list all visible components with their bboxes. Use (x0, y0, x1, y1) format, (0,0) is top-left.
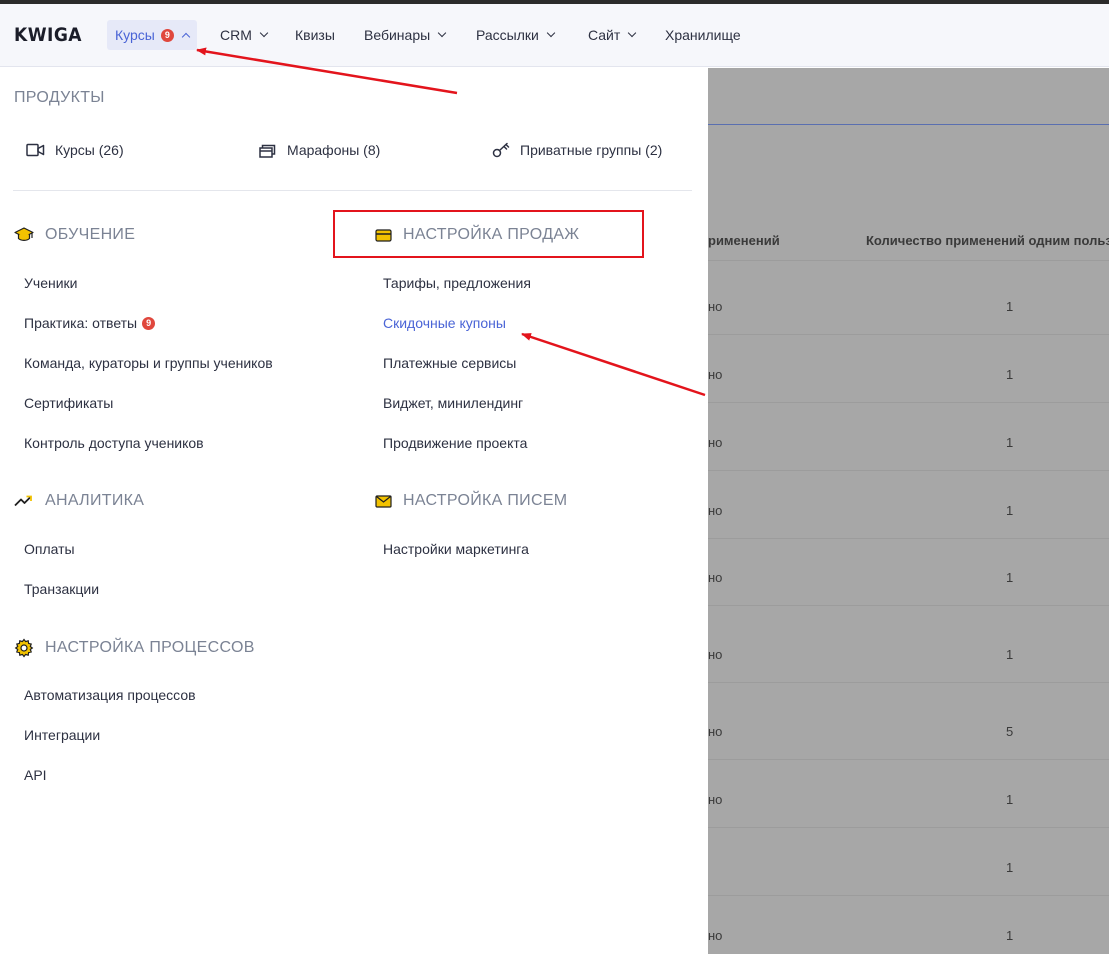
table-cell-applications: но (708, 724, 723, 739)
table-cell-per-user: 1 (1006, 860, 1014, 875)
nav-crm[interactable]: CRM (220, 20, 269, 50)
process-settings-section-title: НАСТРОЙКА ПРОЦЕССОВ (14, 638, 255, 658)
chevron-down-icon (437, 28, 447, 38)
analytics-title-label: АНАЛИТИКА (45, 492, 145, 509)
nav-site-label: Сайт (588, 27, 621, 43)
menu-link-practice-answers[interactable]: Практика: ответы 9 (24, 315, 156, 331)
menu-link-integrations[interactable]: Интеграции (24, 727, 100, 743)
menu-link-widget-minilanding[interactable]: Виджет, минилендинг (383, 395, 523, 411)
key-icon (492, 142, 510, 158)
nav-quizzes-label: Квизы (295, 27, 335, 43)
table-row-divider (708, 827, 1109, 828)
nav-courses-label: Курсы (115, 27, 155, 43)
menu-link-payment-services[interactable]: Платежные сервисы (383, 355, 516, 371)
table-row-divider (708, 470, 1109, 471)
annotation-highlight-box (333, 210, 644, 258)
practice-answers-badge: 9 (142, 316, 156, 330)
table-row-divider (708, 334, 1109, 335)
menu-link-students[interactable]: Ученики (24, 275, 77, 291)
table-cell-applications: но (708, 928, 723, 943)
kwiga-logo[interactable]: KWIGA (14, 24, 82, 46)
table-cell-per-user: 1 (1006, 792, 1014, 807)
chevron-up-icon (181, 32, 191, 41)
learning-section-title: ОБУЧЕНИЕ (14, 226, 135, 244)
table-cell-per-user: 1 (1006, 299, 1014, 314)
table-cell-applications: но (708, 503, 723, 518)
menu-link-marketing-settings[interactable]: Настройки маркетинга (383, 541, 529, 557)
gear-icon (14, 638, 34, 658)
background-page-overlay: рименений Количество применений одним по… (708, 68, 1109, 954)
product-private-groups-link[interactable]: Приватные группы (2) (492, 142, 662, 158)
product-courses-link[interactable]: Курсы (26) (26, 142, 124, 158)
nav-mailings[interactable]: Рассылки (476, 20, 556, 50)
product-private-groups-label: Приватные группы (2) (520, 142, 663, 158)
menu-link-certificates[interactable]: Сертификаты (24, 395, 113, 411)
envelope-icon (375, 494, 392, 508)
table-row-divider (708, 402, 1109, 403)
table-cell-per-user: 1 (1006, 435, 1014, 450)
column-header-per-user: Количество применений одним пользов (866, 233, 1109, 248)
nav-storage-label: Хранилище (665, 27, 741, 43)
background-tab-underline (708, 124, 1109, 125)
nav-storage[interactable]: Хранилище (665, 20, 741, 50)
table-row-divider (708, 682, 1109, 683)
table-cell-per-user: 1 (1006, 367, 1014, 382)
video-camera-icon (26, 143, 45, 157)
nav-webinars-label: Вебинары (364, 27, 431, 43)
nav-webinars[interactable]: Вебинары (364, 20, 447, 50)
menu-link-project-promotion[interactable]: Продвижение проекта (383, 435, 527, 451)
table-cell-per-user: 5 (1006, 724, 1014, 739)
courses-dropdown-menu: ПРОДУКТЫ Курсы (26) Марафоны (8) Приватн… (0, 68, 708, 954)
product-courses-label: Курсы (26) (55, 142, 124, 158)
table-row-divider (708, 895, 1109, 896)
table-cell-per-user: 1 (1006, 570, 1014, 585)
mail-settings-title-label: НАСТРОЙКА ПИСЕМ (403, 492, 568, 509)
process-settings-title-label: НАСТРОЙКА ПРОЦЕССОВ (45, 639, 255, 656)
menu-link-tariffs[interactable]: Тарифы, предложения (383, 275, 531, 291)
nav-crm-label: CRM (220, 27, 252, 43)
learning-title-label: ОБУЧЕНИЕ (45, 226, 136, 243)
menu-link-discount-coupons[interactable]: Скидочные купоны (383, 315, 506, 331)
menu-link-transactions[interactable]: Транзакции (24, 581, 99, 597)
analytics-section-title: АНАЛИТИКА (14, 492, 144, 510)
table-cell-applications: но (708, 367, 723, 382)
nav-courses-badge: 9 (160, 28, 174, 42)
table-cell-per-user: 1 (1006, 647, 1014, 662)
chevron-down-icon (628, 28, 637, 38)
nav-courses[interactable]: Курсы 9 (107, 20, 197, 50)
product-marathons-label: Марафоны (8) (287, 142, 381, 158)
table-cell-applications: но (708, 570, 723, 585)
products-section-title: ПРОДУКТЫ (14, 89, 105, 106)
product-marathons-link[interactable]: Марафоны (8) (259, 142, 380, 158)
table-cell-applications: но (708, 435, 723, 450)
mail-settings-section-title: НАСТРОЙКА ПИСЕМ (375, 492, 567, 510)
menu-link-access-control[interactable]: Контроль доступа учеников (24, 435, 204, 451)
chevron-down-icon (259, 28, 269, 38)
top-navbar: KWIGA Курсы 9 CRM Квизы Вебинары Рассылк… (0, 4, 1109, 67)
table-cell-applications: но (708, 792, 723, 807)
table-row-divider (708, 605, 1109, 606)
menu-link-payments[interactable]: Оплаты (24, 541, 75, 557)
menu-link-process-automation[interactable]: Автоматизация процессов (24, 687, 196, 703)
graduation-cap-icon (14, 227, 34, 241)
column-header-applications: рименений (708, 233, 780, 248)
chevron-down-icon (546, 28, 556, 38)
nav-mailings-label: Рассылки (476, 27, 539, 43)
table-cell-per-user: 1 (1006, 928, 1014, 943)
table-divider (708, 260, 1109, 261)
table-row-divider (708, 538, 1109, 539)
products-divider (13, 190, 692, 191)
table-cell-applications: но (708, 647, 723, 662)
trend-up-icon (14, 495, 32, 507)
menu-link-team-curators[interactable]: Команда, кураторы и группы учеников (24, 355, 273, 371)
table-cell-per-user: 1 (1006, 503, 1014, 518)
table-cell-applications: но (708, 299, 723, 314)
stack-cards-icon (259, 144, 276, 158)
table-row-divider (708, 759, 1109, 760)
practice-answers-label: Практика: ответы (24, 315, 138, 331)
nav-site[interactable]: Сайт (588, 20, 637, 50)
menu-link-api[interactable]: API (24, 767, 47, 783)
nav-quizzes[interactable]: Квизы (295, 20, 335, 50)
